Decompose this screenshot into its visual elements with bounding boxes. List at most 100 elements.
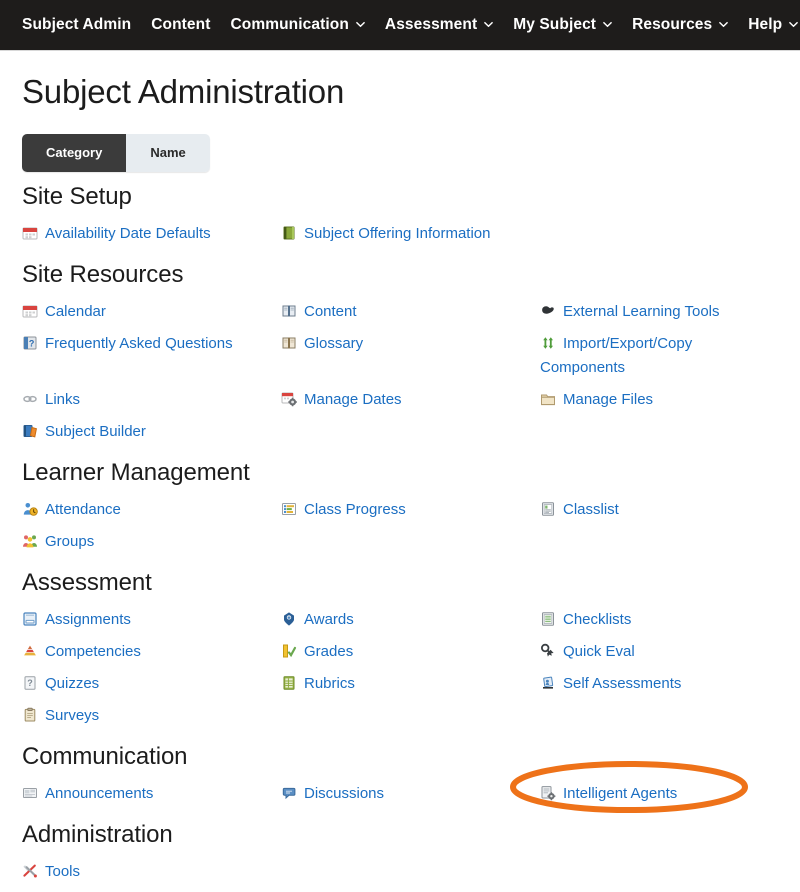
tool-cell-assignments: Assignments xyxy=(22,604,281,636)
tool-link-label: Announcements xyxy=(45,785,154,802)
calendar-red-icon xyxy=(22,303,38,319)
section-administration: Administration Tools xyxy=(22,820,778,888)
tool-cell-rubrics: Rubrics xyxy=(281,668,540,700)
tool-link-attendance[interactable]: Attendance xyxy=(22,501,121,518)
tool-cell-awards: Awards xyxy=(281,604,540,636)
tool-link-announcements[interactable]: Announcements xyxy=(22,785,153,802)
nav-item-label: My Subject xyxy=(513,16,597,33)
tool-grid: Tools xyxy=(22,856,778,888)
tool-grid: Calendar Content External Learning Tools ? F… xyxy=(22,296,778,448)
tool-link-label: Classlist xyxy=(563,501,619,518)
tool-link-discussions[interactable]: Discussions xyxy=(281,785,384,802)
tool-cell-quick-eval: Quick Eval xyxy=(540,636,778,668)
puzzle-dark-icon xyxy=(540,303,556,319)
tool-cell-intelligent-agents: Intelligent Agents xyxy=(540,778,778,810)
tool-link-glossary[interactable]: Glossary xyxy=(281,335,363,352)
chain-link-icon xyxy=(22,391,38,407)
view-toggle-name[interactable]: Name xyxy=(126,134,210,172)
nav-item-my-subject[interactable]: My Subject xyxy=(513,16,612,34)
tool-link-label: Intelligent Agents xyxy=(563,785,678,802)
section-heading: Assessment xyxy=(22,569,152,596)
quiz-question-icon: ? xyxy=(22,675,38,691)
tool-link-awards[interactable]: Awards xyxy=(281,611,354,628)
tool-link-checklists[interactable]: Checklists xyxy=(540,611,631,628)
green-arrows-icon xyxy=(540,335,556,351)
nav-item-label: Subject Admin xyxy=(22,16,132,33)
tools-wrench-icon xyxy=(22,863,38,879)
nav-item-label: Assessment xyxy=(384,16,478,33)
tool-cell-quizzes: ? Quizzes xyxy=(22,668,281,700)
tool-link-intelligent-agents[interactable]: Intelligent Agents xyxy=(540,785,677,802)
tool-link-tools[interactable]: Tools xyxy=(22,863,80,880)
tool-cell-tools: Tools xyxy=(22,856,281,888)
nav-item-label: Resources xyxy=(632,16,713,33)
tool-cell-availability-date-defaults: Availability Date Defaults xyxy=(22,218,281,250)
tool-link-self-assessments[interactable]: Self Assessments xyxy=(540,675,681,692)
section-heading: Site Resources xyxy=(22,261,184,288)
tool-sections: Site Setup Availability Date Defaults Subj… xyxy=(22,182,778,888)
tool-link-surveys[interactable]: Surveys xyxy=(22,707,99,724)
nav-item-assessment[interactable]: Assessment xyxy=(384,16,494,34)
tool-link-label: Grades xyxy=(304,643,354,660)
tool-link-quick-eval[interactable]: Quick Eval xyxy=(540,643,635,660)
tool-cell-classlist: Classlist xyxy=(540,494,778,526)
tool-cell-content: Content xyxy=(281,296,540,328)
tool-link-manage-dates[interactable]: Manage Dates xyxy=(281,391,402,408)
tool-link-label: Attendance xyxy=(45,501,121,518)
tool-link-grades[interactable]: Grades xyxy=(281,643,353,660)
classlist-icon xyxy=(540,501,556,517)
tool-cell-discussions: Discussions xyxy=(281,778,540,810)
tool-link-label: Links xyxy=(45,391,81,408)
tool-link-assignments[interactable]: Assignments xyxy=(22,611,131,628)
nav-item-communication[interactable]: Communication xyxy=(230,16,365,34)
competency-pyramid-icon xyxy=(22,643,38,659)
calendar-red-icon xyxy=(22,225,38,241)
tool-link-groups[interactable]: Groups xyxy=(22,533,94,550)
tool-link-rubrics[interactable]: Rubrics xyxy=(281,675,355,692)
empty-cell xyxy=(281,416,540,448)
tool-link-label: Glossary xyxy=(304,335,364,352)
tool-link-subject-builder[interactable]: Subject Builder xyxy=(22,423,146,440)
tool-cell-calendar: Calendar xyxy=(22,296,281,328)
tool-link-class-progress[interactable]: Class Progress xyxy=(281,501,406,518)
tool-grid: Assignments Awards Checklists Competencies G… xyxy=(22,604,778,732)
tool-cell-class-progress: Class Progress xyxy=(281,494,540,526)
folder-tan-icon xyxy=(540,391,556,407)
view-toggle-category[interactable]: Category xyxy=(22,134,127,172)
quick-eval-icon xyxy=(540,643,556,659)
tool-cell-competencies: Competencies xyxy=(22,636,281,668)
progress-bars-icon xyxy=(281,501,297,517)
tool-link-competencies[interactable]: Competencies xyxy=(22,643,141,660)
tool-cell-subject-builder: Subject Builder xyxy=(22,416,281,448)
tool-link-label: Competencies xyxy=(45,643,141,660)
tool-link-label: Availability Date Defaults xyxy=(45,225,211,242)
tool-link-label: Quick Eval xyxy=(563,643,635,660)
tool-link-import-export-copy-components[interactable]: Import/Export/Copy Components xyxy=(540,335,692,376)
tool-link-availability-date-defaults[interactable]: Availability Date Defaults xyxy=(22,225,211,242)
empty-cell xyxy=(540,700,778,732)
tool-link-content[interactable]: Content xyxy=(281,303,357,320)
empty-cell xyxy=(540,856,778,888)
tool-link-calendar[interactable]: Calendar xyxy=(22,303,106,320)
tool-cell-external-learning-tools: External Learning Tools xyxy=(540,296,778,328)
tool-link-label: Class Progress xyxy=(304,501,406,518)
tool-link-quizzes[interactable]: ? Quizzes xyxy=(22,675,99,692)
nav-item-label: Content xyxy=(151,16,211,33)
nav-item-subject-admin[interactable]: Subject Admin xyxy=(22,16,131,34)
tool-link-links[interactable]: Links xyxy=(22,391,80,408)
tool-link-label: Discussions xyxy=(304,785,385,802)
nav-item-resources[interactable]: Resources xyxy=(632,16,729,34)
person-clock-icon xyxy=(22,501,38,517)
tool-link-subject-offering-information[interactable]: Subject Offering Information xyxy=(281,225,491,242)
tool-link-label: Groups xyxy=(45,533,95,550)
nav-item-help[interactable]: Help xyxy=(748,16,799,34)
tool-link-frequently-asked-questions[interactable]: ? Frequently Asked Questions xyxy=(22,335,233,352)
tool-link-external-learning-tools[interactable]: External Learning Tools xyxy=(540,303,720,320)
nav-item-content[interactable]: Content xyxy=(151,16,210,34)
calendar-gear-icon xyxy=(281,391,297,407)
tool-link-manage-files[interactable]: Manage Files xyxy=(540,391,653,408)
tool-link-label: Calendar xyxy=(45,303,106,320)
tool-cell-frequently-asked-questions: ? Frequently Asked Questions xyxy=(22,328,281,384)
tool-link-classlist[interactable]: Classlist xyxy=(540,501,619,518)
survey-clipboard-icon xyxy=(22,707,38,723)
